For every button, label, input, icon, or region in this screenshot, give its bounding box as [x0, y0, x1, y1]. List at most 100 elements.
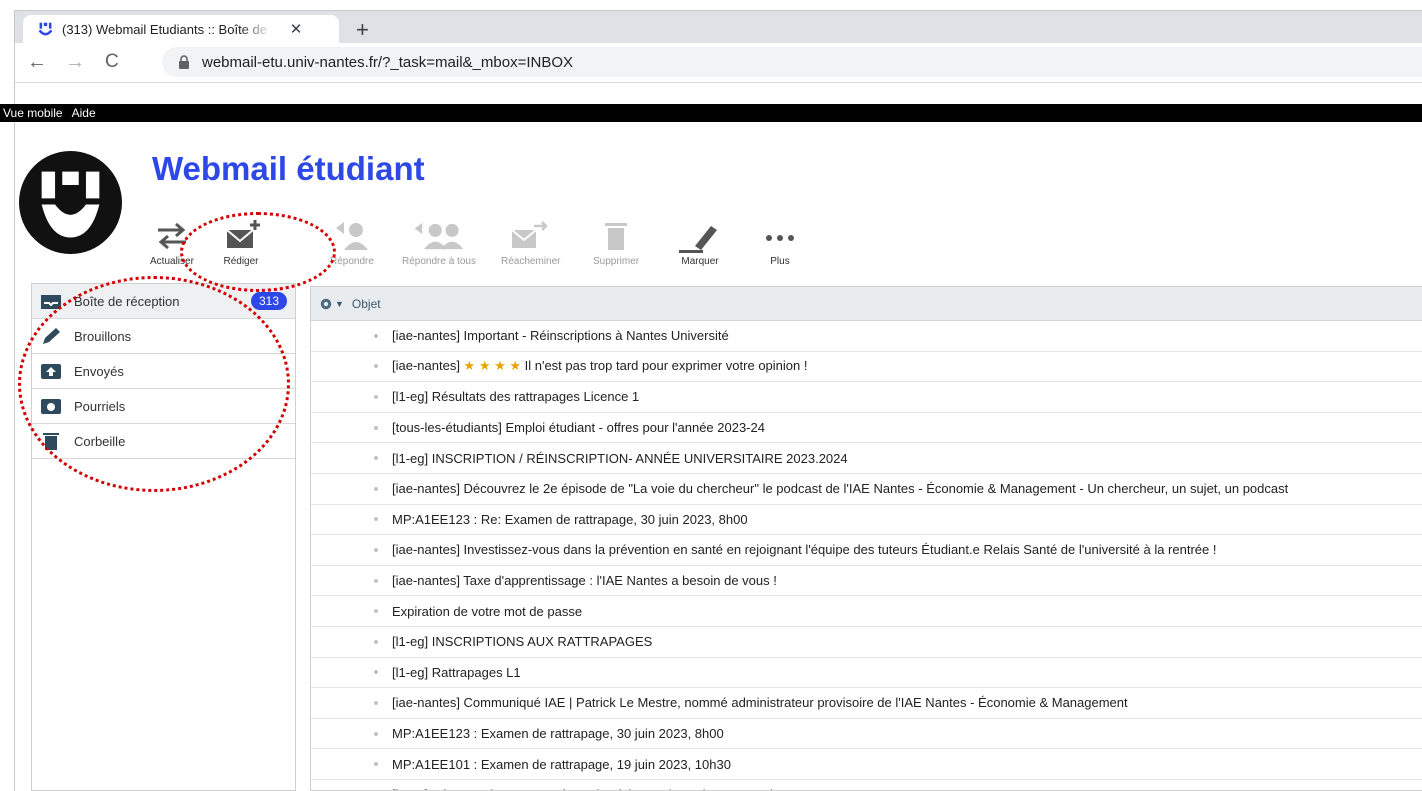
folder-trash[interactable]: Corbeille	[32, 424, 295, 459]
message-subject: [l1-eg] INSCRIPTIONS AUX RATTRAPAGES	[392, 634, 653, 650]
message-subject: [iae-nantes] Important - Réinscriptions …	[392, 328, 729, 344]
message-row[interactable]: MP:A1EE123 : Examen de rattrapage, 30 ju…	[311, 719, 1422, 750]
message-subject: MP:A1EE101 : Examen de rattrapage, 19 ju…	[392, 756, 731, 772]
reply-all-button[interactable]: Répondre à tous	[402, 218, 476, 267]
message-row[interactable]: Expiration de votre mot de passe	[311, 596, 1422, 627]
spam-icon	[41, 399, 61, 414]
message-rows: [iae-nantes] Important - Réinscriptions …	[311, 321, 1422, 790]
message-subject: [iae-nantes] Découvrez le 2e épisode de …	[392, 481, 1289, 497]
marker-pen-icon	[679, 226, 717, 253]
delete-label: Supprimer	[593, 256, 640, 267]
folder-spam[interactable]: Pourriels	[32, 389, 295, 424]
folder-label: Pourriels	[74, 398, 126, 414]
refresh-label: Actualiser	[150, 256, 194, 267]
reply-all-label: Répondre à tous	[402, 256, 476, 267]
more-label: Plus	[770, 256, 790, 267]
browser-tab[interactable]: (313) Webmail Etudiants :: Boîte de réce…	[23, 15, 339, 43]
gear-icon	[320, 298, 332, 309]
trash-icon	[605, 223, 628, 250]
back-arrow-icon[interactable]: ←	[27, 51, 47, 74]
sent-icon	[41, 364, 61, 379]
message-list: ▼ Objet [iae-nantes] Important - Réinscr…	[310, 286, 1422, 791]
message-row[interactable]: [iae-nantes] Découvrez le 2e épisode de …	[311, 474, 1422, 505]
university-logo	[19, 151, 122, 254]
mobile-view-link[interactable]: Vue mobile	[3, 106, 63, 120]
refresh-button[interactable]: Actualiser	[150, 218, 194, 267]
message-row[interactable]: [iae-nantes] Important - Réinscriptions …	[311, 321, 1422, 352]
lock-icon	[179, 55, 189, 69]
forward-button[interactable]: Réacheminer	[501, 218, 560, 267]
mark-button[interactable]: Marquer	[677, 218, 723, 267]
status-dot-icon	[374, 731, 378, 736]
forward-label: Réacheminer	[501, 256, 561, 267]
message-row[interactable]: [l1-eg] Rattrapages L1	[311, 658, 1422, 689]
more-button[interactable]: Plus	[760, 218, 800, 267]
message-subject: [l1-eg] Rattrapages L1	[392, 664, 521, 680]
message-row[interactable]: [iae-nantes] ★ ★ ★ ★ Il n'est pas trop t…	[311, 352, 1422, 383]
status-dot-icon	[374, 762, 378, 767]
compose-label: Rédiger	[223, 256, 259, 267]
folder-list: Boîte de réception 313 Brouillons Envoyé…	[31, 283, 296, 791]
message-row[interactable]: [l1-eg] Résultats des rattrapages Licenc…	[311, 382, 1422, 413]
message-row[interactable]: [l1-eg] INSCRIPTIONS AUX RATTRAPAGES	[311, 627, 1422, 658]
star-icons: ★ ★ ★ ★	[459, 358, 525, 374]
message-row[interactable]: [l1-eg] Séances de tutorat: préparation …	[311, 780, 1422, 790]
message-row[interactable]: [l1-eg] INSCRIPTION / RÉINSCRIPTION- ANN…	[311, 443, 1422, 474]
folder-sent[interactable]: Envoyés	[32, 354, 295, 389]
inbox-icon	[41, 295, 61, 309]
tab-strip: (313) Webmail Etudiants :: Boîte de réce…	[15, 11, 1422, 43]
folder-inbox[interactable]: Boîte de réception 313	[32, 284, 295, 319]
close-tab-icon[interactable]: ✕	[286, 20, 306, 38]
forward-envelope-icon	[511, 221, 548, 248]
message-row[interactable]: [iae-nantes] Communiqué IAE | Patrick Le…	[311, 688, 1422, 719]
message-subject: MP:A1EE123 : Examen de rattrapage, 30 ju…	[392, 726, 724, 742]
reply-button[interactable]: Répondre	[330, 218, 374, 267]
more-dots-icon	[766, 235, 794, 241]
reply-all-icon	[414, 222, 464, 250]
status-dot-icon	[374, 639, 378, 644]
status-dot-icon	[374, 425, 378, 430]
status-dot-icon	[374, 578, 378, 583]
message-row[interactable]: MP:A1EE101 : Examen de rattrapage, 19 ju…	[311, 749, 1422, 780]
list-header: ▼ Objet	[311, 287, 1422, 321]
message-subject: [iae-nantes] Taxe d'apprentissage : l'IA…	[392, 573, 777, 589]
message-row[interactable]: [iae-nantes] Taxe d'apprentissage : l'IA…	[311, 566, 1422, 597]
reply-label: Répondre	[330, 256, 374, 267]
message-subject: Expiration de votre mot de passe	[392, 603, 583, 619]
status-dot-icon	[374, 486, 378, 491]
folder-drafts[interactable]: Brouillons	[32, 319, 295, 354]
status-dot-icon	[374, 609, 378, 614]
list-options-button[interactable]: ▼	[319, 297, 344, 311]
message-subject: [l1-eg] Séances de tutorat: préparation …	[392, 787, 775, 790]
new-tab-button[interactable]: +	[356, 17, 369, 43]
unread-count-badge: 313	[250, 292, 287, 310]
folder-label: Envoyés	[74, 363, 124, 379]
forward-arrow-icon[interactable]: →	[65, 51, 85, 74]
top-links-bar: Vue mobile Aide	[0, 104, 1422, 122]
folder-label: Corbeille	[74, 433, 126, 449]
status-dot-icon	[374, 364, 378, 369]
message-subject: [tous-les-étudiants] Emploi étudiant - o…	[392, 420, 765, 436]
status-dot-icon	[374, 394, 378, 399]
status-dot-icon	[374, 700, 378, 705]
refresh-arrows-icon	[157, 222, 186, 250]
help-link[interactable]: Aide	[72, 106, 96, 120]
chevron-down-icon: ▼	[335, 298, 344, 309]
message-row[interactable]: MP:A1EE123 : Re: Examen de rattrapage, 3…	[311, 505, 1422, 536]
message-subject: [l1-eg] Résultats des rattrapages Licenc…	[392, 389, 640, 405]
message-subject: [iae-nantes] ★ ★ ★ ★ Il n'est pas trop t…	[392, 358, 807, 374]
status-dot-icon	[374, 547, 378, 552]
message-subject: [iae-nantes] Investissez-vous dans la pr…	[392, 542, 1217, 558]
app-title: Webmail étudiant	[152, 150, 425, 187]
address-bar[interactable]: webmail-etu.univ-nantes.fr/?_task=mail&_…	[162, 47, 1422, 77]
reply-icon	[335, 222, 368, 250]
message-row[interactable]: [tous-les-étudiants] Emploi étudiant - o…	[311, 413, 1422, 444]
message-row[interactable]: [iae-nantes] Investissez-vous dans la pr…	[311, 535, 1422, 566]
pencil-icon	[43, 328, 60, 344]
browser-toolbar: ← → C webmail-etu.univ-nantes.fr/?_task=…	[15, 43, 1422, 83]
compose-button[interactable]: Rédiger	[221, 218, 261, 267]
reload-icon[interactable]: C	[105, 51, 119, 73]
delete-button[interactable]: Supprimer	[593, 218, 639, 267]
column-subject[interactable]: Objet	[352, 297, 381, 311]
status-dot-icon	[374, 517, 378, 522]
